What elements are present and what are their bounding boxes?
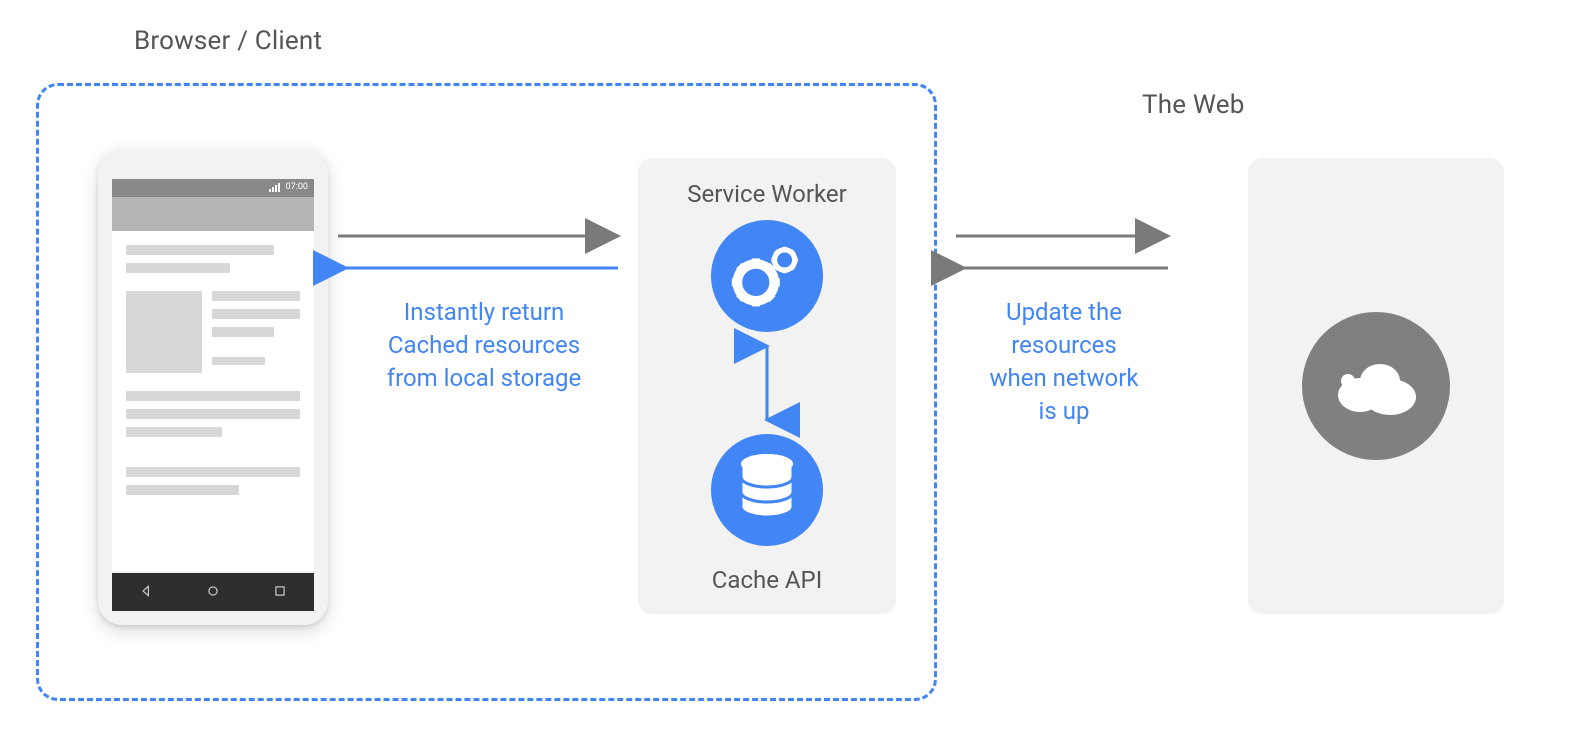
annotation-cached-line3: from local storage (374, 362, 594, 395)
arrow-phone-to-sw (338, 218, 626, 288)
phone-content-skeleton (112, 231, 314, 509)
cache-api-label: Cache API (638, 566, 896, 594)
annotation-update-line2: resources (984, 329, 1144, 362)
database-icon (711, 434, 823, 546)
annotation-cached-line1: Instantly return (374, 296, 594, 329)
arrow-sw-to-web (956, 218, 1176, 288)
phone-clock: 07:00 (286, 182, 308, 192)
web-card (1248, 158, 1504, 614)
cloud-icon (1302, 312, 1450, 460)
diagram-stage: Browser / Client The Web 07:00 (0, 0, 1584, 730)
gears-icon (711, 220, 823, 332)
annotation-cached-resources: Instantly return Cached resources from l… (374, 296, 594, 395)
service-worker-card: Service Worker (638, 158, 896, 614)
phone-app-bar (112, 197, 314, 231)
service-worker-label: Service Worker (638, 158, 896, 208)
nav-back-icon (139, 583, 153, 602)
annotation-cached-line2: Cached resources (374, 329, 594, 362)
phone-mockup: 07:00 (98, 149, 328, 625)
signal-icon (269, 183, 280, 192)
annotation-update-line3: when network (984, 362, 1144, 395)
annotation-update-network: Update the resources when network is up (984, 296, 1144, 428)
annotation-update-line4: is up (984, 395, 1144, 428)
phone-screen: 07:00 (112, 179, 314, 571)
title-the-web: The Web (1142, 90, 1245, 120)
title-browser-client: Browser / Client (134, 26, 322, 56)
annotation-update-line1: Update the (984, 296, 1144, 329)
nav-home-icon (206, 583, 220, 602)
phone-status-bar: 07:00 (112, 179, 314, 197)
phone-nav-bar (112, 573, 314, 611)
nav-recent-icon (273, 583, 287, 602)
arrow-sw-to-cache (752, 340, 782, 426)
